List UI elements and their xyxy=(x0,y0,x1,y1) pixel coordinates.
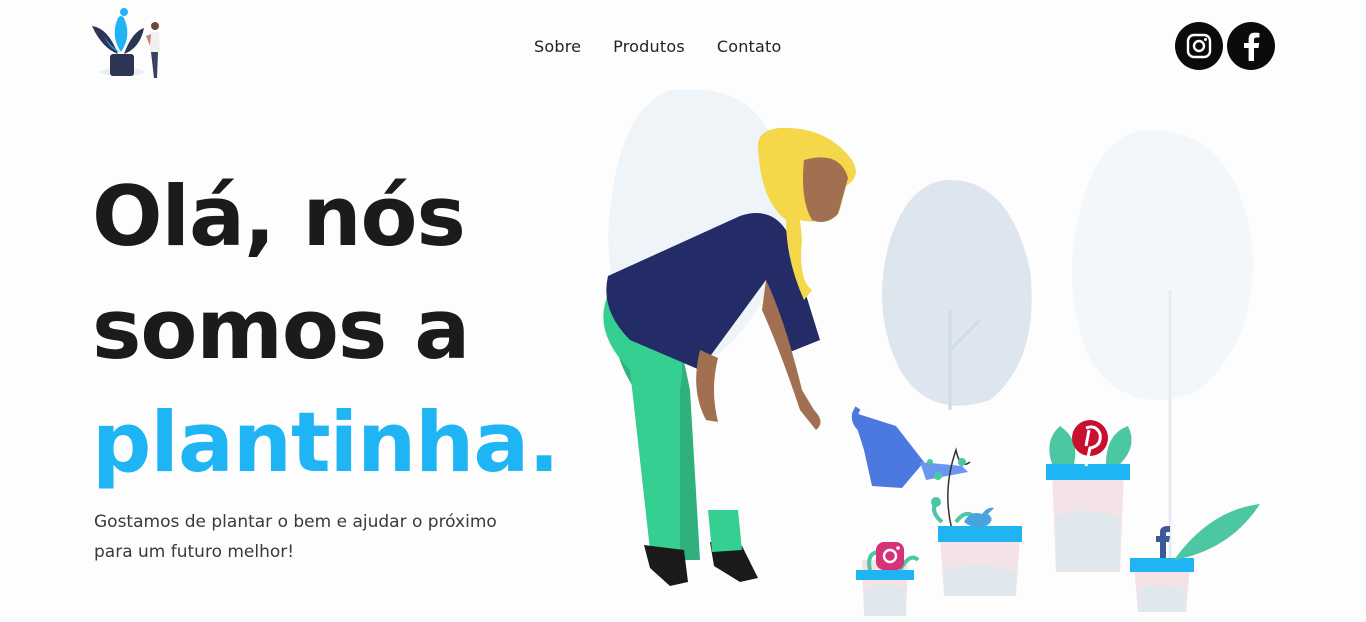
nav-link-contato[interactable]: Contato xyxy=(717,37,782,56)
facebook-button[interactable] xyxy=(1227,22,1275,70)
hero-title: Olá, nós somos a plantinha. xyxy=(92,160,560,499)
main-nav: Sobre Produtos Contato xyxy=(534,37,782,56)
hero-title-accent: plantinha. xyxy=(92,394,560,491)
instagram-icon xyxy=(876,542,904,570)
hero-subtitle-line1: Gostamos de plantar o bem e ajudar o pró… xyxy=(94,512,497,532)
nav-link-sobre[interactable]: Sobre xyxy=(534,37,581,56)
plant-pot-instagram xyxy=(856,542,920,616)
hero-subtitle-line2: para um futuro melhor! xyxy=(94,542,295,562)
hero-illustration xyxy=(603,90,1260,616)
nav-link-produtos[interactable]: Produtos xyxy=(613,37,685,56)
pinterest-icon xyxy=(1072,420,1108,467)
facebook-icon xyxy=(1244,32,1260,61)
instagram-button[interactable] xyxy=(1175,22,1223,70)
hero-title-line2: somos a xyxy=(92,281,470,378)
twitter-icon xyxy=(964,507,994,528)
brand-logo[interactable] xyxy=(88,6,168,84)
background-tree-middle xyxy=(882,180,1032,406)
hero-title-line1: Olá, nós xyxy=(92,168,466,265)
instagram-icon xyxy=(1186,33,1212,59)
social-links xyxy=(1175,22,1275,70)
facebook-icon xyxy=(1156,526,1170,558)
plant-pot-pinterest xyxy=(1046,420,1132,572)
hero-subtitle: Gostamos de plantar o bem e ajudar o pró… xyxy=(94,507,574,567)
plant-pot-facebook xyxy=(1130,504,1260,612)
background-tree-right xyxy=(1072,130,1253,400)
watering-can-illustration xyxy=(851,406,968,488)
